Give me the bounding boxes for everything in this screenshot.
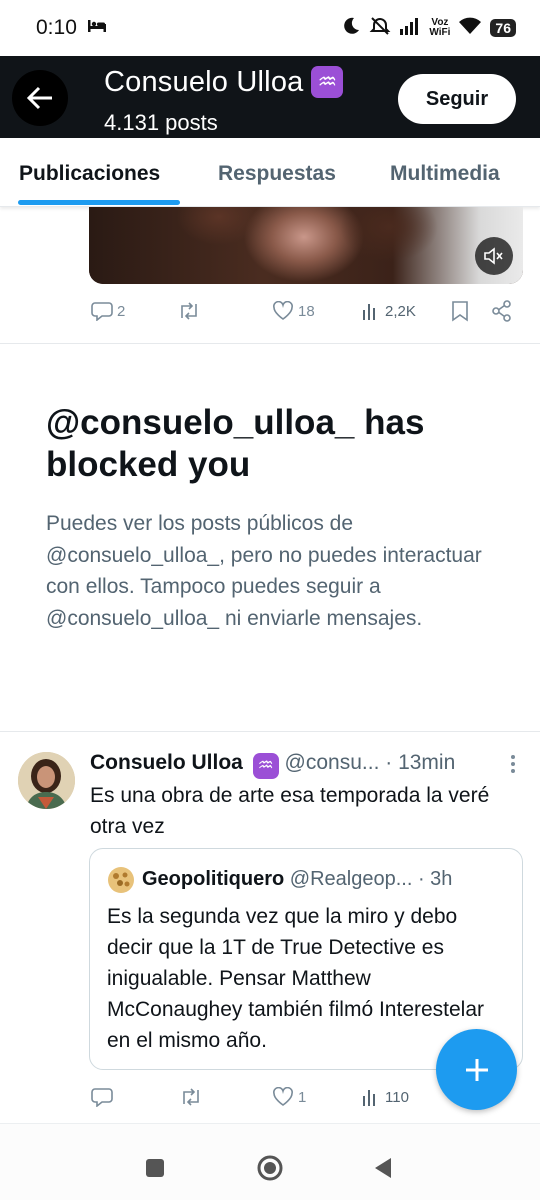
vibrate-off-icon [369, 16, 391, 41]
profile-header: Consuelo Ulloa ♒ 4.131 posts Seguir [0, 56, 540, 138]
plus-icon [465, 1058, 488, 1081]
wifi-icon [458, 17, 482, 40]
views-button[interactable]: 110 [361, 1088, 409, 1106]
views-chart-icon [363, 304, 375, 320]
speaker-muted-icon [484, 247, 503, 265]
circle-home-icon [257, 1155, 283, 1181]
tweet-time: · 13min [385, 751, 456, 774]
video-thumbnail[interactable] [89, 207, 523, 284]
recent-apps-button[interactable] [135, 1148, 175, 1188]
arrow-left-icon [26, 86, 52, 110]
views-button[interactable]: 2,2K [361, 302, 416, 320]
more-options-button[interactable] [510, 754, 516, 774]
status-icons: Voz WiFi 76 [341, 16, 516, 41]
signal-icon [399, 17, 421, 40]
quote-text: Es la segunda vez que la miro y debo dec… [107, 905, 485, 1052]
repost-button[interactable] [179, 1088, 207, 1106]
compose-button[interactable] [436, 1029, 517, 1110]
mute-button[interactable] [475, 237, 513, 275]
tweet-header: Consuelo Ulloa ♒ @consu... · 13min [90, 751, 490, 779]
quote-time: · 3h [417, 868, 453, 890]
battery-indicator: 76 [490, 19, 516, 37]
heart-icon [273, 1087, 293, 1106]
status-bar: 0:10 Voz WiFi 76 [0, 0, 540, 56]
blocked-description: Puedes ver los posts públicos de @consue… [46, 512, 482, 630]
triangle-back-icon [375, 1158, 391, 1178]
sleep-mode-icon [87, 19, 107, 38]
back-nav-button[interactable] [363, 1148, 403, 1188]
follow-button[interactable]: Seguir [398, 74, 516, 124]
quote-handle: @Realgeop... [289, 868, 413, 890]
status-time: 0:10 [36, 16, 77, 39]
more-vertical-icon [511, 755, 515, 773]
reply-icon [91, 302, 113, 321]
share-icon [492, 300, 511, 322]
bookmark-button[interactable] [451, 300, 469, 322]
blocked-title: @consuelo_ulloa_ has blocked you [46, 403, 425, 484]
quote-avatar [108, 867, 134, 893]
repost-button[interactable] [177, 302, 205, 320]
heart-icon [273, 301, 293, 320]
reply-button[interactable]: 2 [91, 301, 125, 321]
quote-header: Geopolitiquero @Realgeop... · 3h [142, 868, 512, 891]
back-button[interactable] [12, 70, 68, 126]
system-nav-bar [0, 1123, 540, 1200]
like-button[interactable]: 18 [272, 301, 315, 321]
aquarius-icon: ♒ [311, 66, 344, 98]
tab-publicaciones[interactable]: Publicaciones [19, 162, 160, 186]
reply-icon [91, 1088, 113, 1107]
like-button[interactable]: 1 [272, 1087, 306, 1107]
quote-author-name: Geopolitiquero [142, 868, 285, 890]
share-button[interactable] [491, 300, 513, 322]
tweet-text: Es una obra de arte esa temporada la ver… [90, 784, 490, 838]
bookmark-icon [452, 301, 468, 322]
tab-respuestas[interactable]: Respuestas [218, 162, 336, 186]
do-not-disturb-icon [341, 16, 361, 41]
home-button[interactable] [250, 1148, 290, 1188]
tweet-handle: @consu... [284, 751, 380, 774]
square-icon [146, 1159, 164, 1177]
aquarius-icon: ♒ [252, 752, 279, 779]
repost-icon [181, 302, 197, 320]
reply-button[interactable] [91, 1087, 117, 1107]
posts-count: 4.131 posts [104, 110, 218, 135]
prev-post-actions: 2 18 2,2K [89, 296, 519, 326]
views-chart-icon [363, 1090, 375, 1106]
post-divider [0, 343, 540, 344]
voz-wifi-label: Voz WiFi [429, 17, 451, 38]
repost-icon [183, 1088, 199, 1106]
tweet-author-name[interactable]: Consuelo Ulloa [90, 751, 243, 774]
active-tab-indicator [18, 200, 180, 205]
section-divider [0, 731, 540, 732]
profile-tabs: Publicaciones Respuestas Multimedia [0, 138, 540, 207]
avatar[interactable] [18, 752, 75, 809]
profile-name: Consuelo Ulloa ♒ [104, 66, 344, 99]
tab-multimedia[interactable]: Multimedia [390, 162, 500, 186]
